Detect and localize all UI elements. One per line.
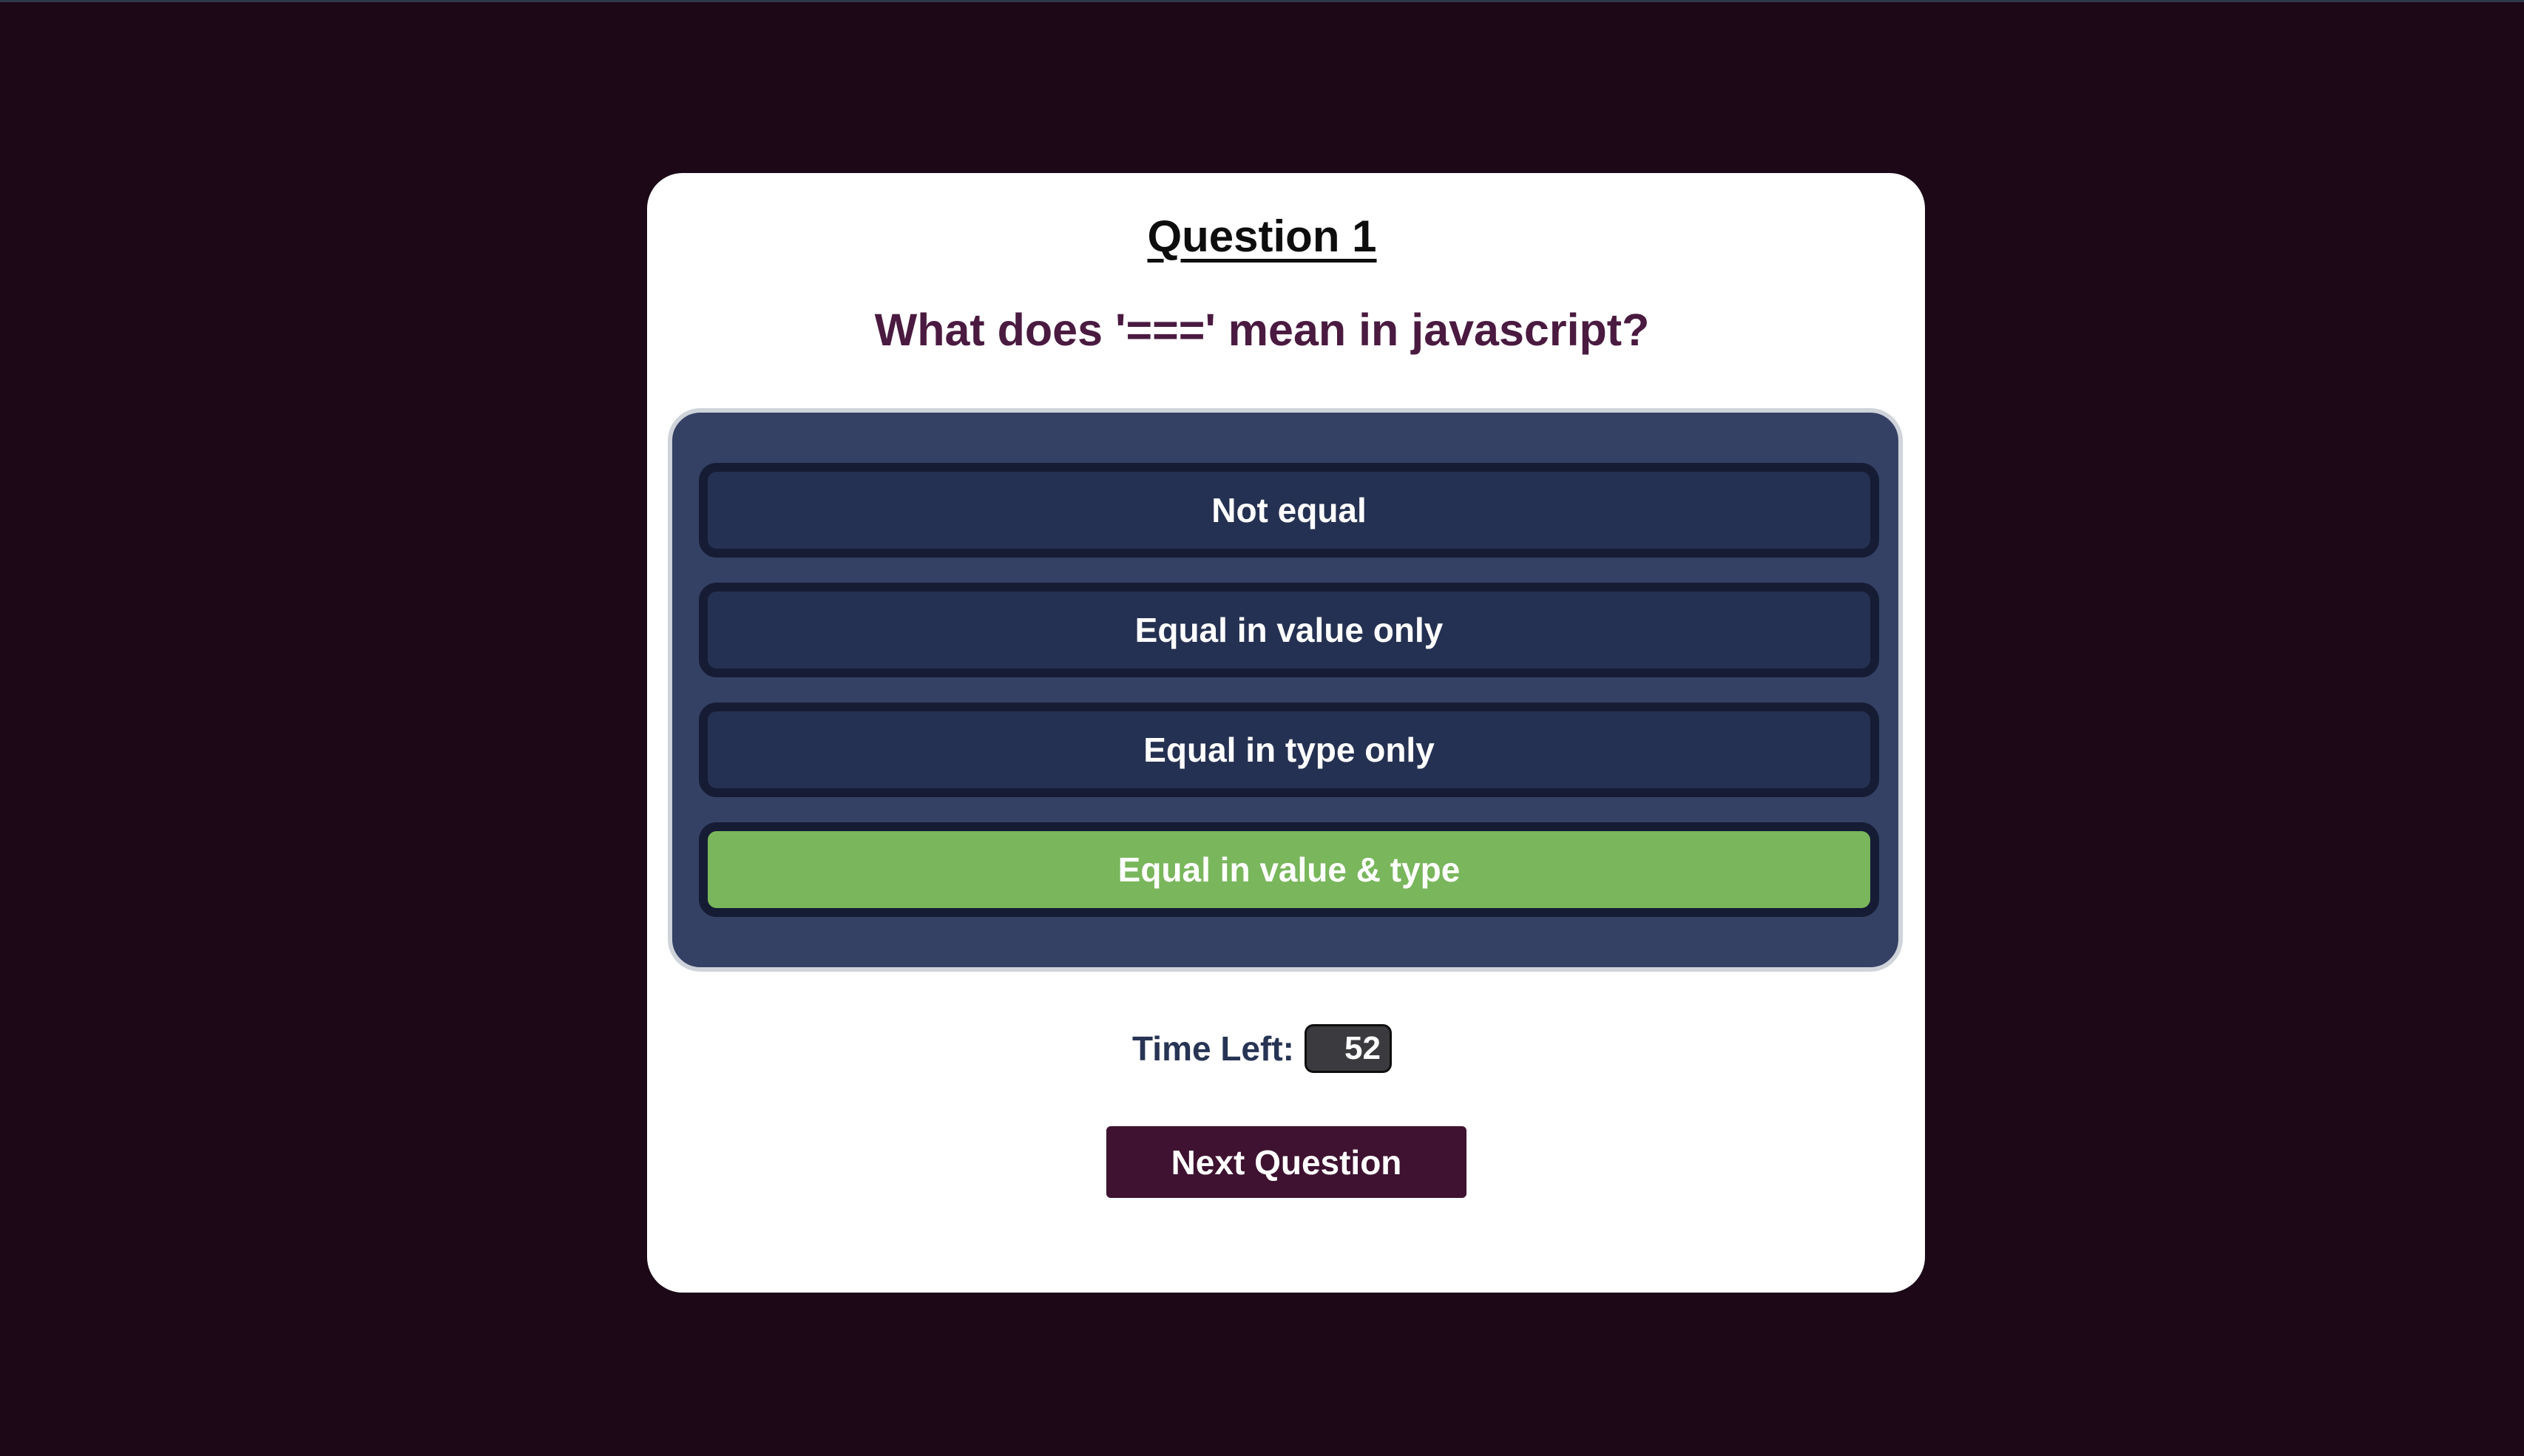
answer-option-4[interactable]: Equal in value & type [699,822,1879,917]
next-question-button[interactable]: Next Question [1106,1126,1466,1198]
answer-option-2[interactable]: Equal in value only [699,583,1879,677]
answer-option-1[interactable]: Not equal [699,463,1879,558]
answer-option-3[interactable]: Equal in type only [699,702,1879,797]
question-number: Question 1 [1147,211,1377,261]
question-text: What does '===' mean in javascript? [874,305,1650,355]
timer: Time Left: 52 [0,1024,2524,1073]
top-edge-line [0,0,2524,2]
timer-label: Time Left: [1132,1029,1294,1068]
answers-panel: Not equal Equal in value only Equal in t… [668,408,1903,972]
timer-value: 52 [1304,1024,1392,1073]
